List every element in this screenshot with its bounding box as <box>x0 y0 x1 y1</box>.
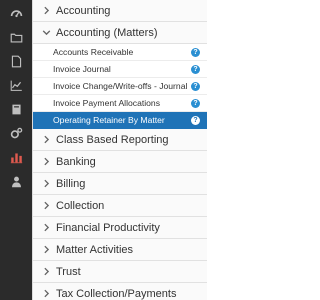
category-label: Accounting (Matters) <box>56 26 158 39</box>
category-label: Banking <box>56 155 96 168</box>
category-matter-activities[interactable]: Matter Activities <box>33 239 207 261</box>
chevron-down-icon <box>42 30 51 36</box>
category-billing[interactable]: Billing <box>33 173 207 195</box>
report-item-operating-retainer-by-matter[interactable]: Operating Retainer By Matter ? <box>33 112 207 129</box>
report-item-label: Invoice Payment Allocations <box>53 98 161 108</box>
category-label: Class Based Reporting <box>56 133 169 146</box>
report-item-label: Operating Retainer By Matter <box>53 115 165 125</box>
folder-icon[interactable] <box>0 26 32 48</box>
help-icon[interactable]: ? <box>191 81 200 91</box>
help-icon[interactable]: ? <box>191 115 200 125</box>
chevron-right-icon <box>44 289 50 298</box>
chevron-right-icon <box>44 267 50 276</box>
report-item-label: Invoice Journal <box>53 64 111 74</box>
category-accounting[interactable]: Accounting <box>33 0 207 22</box>
chevron-right-icon <box>44 245 50 254</box>
category-label: Collection <box>56 199 105 212</box>
chevron-right-icon <box>44 179 50 188</box>
category-class-based-reporting[interactable]: Class Based Reporting <box>33 129 207 151</box>
report-item-invoice-change-writeoffs[interactable]: Invoice Change/Write-offs - Journal ? <box>33 78 207 95</box>
category-label: Accounting <box>56 4 111 17</box>
book-icon[interactable] <box>0 98 32 120</box>
app-window: Accounting Accounting (Matters) Accounts… <box>0 0 207 300</box>
help-icon[interactable]: ? <box>191 64 200 74</box>
user-icon[interactable] <box>0 170 32 192</box>
report-item-invoice-payment-allocations[interactable]: Invoice Payment Allocations ? <box>33 95 207 112</box>
gears-icon[interactable] <box>0 122 32 144</box>
bar-chart-icon[interactable] <box>0 146 32 168</box>
category-financial-productivity[interactable]: Financial Productivity <box>33 217 207 239</box>
category-label: Matter Activities <box>56 243 134 256</box>
sidebar-icon-rail <box>0 0 32 300</box>
report-item-accounts-receivable[interactable]: Accounts Receivable ? <box>33 44 207 61</box>
category-label: Billing <box>56 177 86 190</box>
report-item-label: Invoice Change/Write-offs - Journal <box>53 81 188 91</box>
category-label: Tax Collection/Payments <box>56 287 177 300</box>
dashboard-icon[interactable] <box>0 2 32 24</box>
category-trust[interactable]: Trust <box>33 261 207 283</box>
report-item-label: Accounts Receivable <box>53 47 134 57</box>
chevron-right-icon <box>44 6 50 15</box>
help-icon[interactable]: ? <box>191 98 200 108</box>
category-accounting-matters[interactable]: Accounting (Matters) <box>33 22 207 44</box>
report-item-invoice-journal[interactable]: Invoice Journal ? <box>33 61 207 78</box>
chevron-right-icon <box>44 135 50 144</box>
category-tax-collection-payments[interactable]: Tax Collection/Payments <box>33 283 207 300</box>
chevron-right-icon <box>44 201 50 210</box>
document-icon[interactable] <box>0 50 32 72</box>
category-collection[interactable]: Collection <box>33 195 207 217</box>
category-banking[interactable]: Banking <box>33 151 207 173</box>
chevron-right-icon <box>44 157 50 166</box>
help-icon[interactable]: ? <box>191 47 200 57</box>
chevron-right-icon <box>44 223 50 232</box>
category-label: Trust <box>56 265 81 278</box>
category-label: Financial Productivity <box>56 221 160 234</box>
report-category-menu: Accounting Accounting (Matters) Accounts… <box>32 0 207 300</box>
line-chart-icon[interactable] <box>0 74 32 96</box>
